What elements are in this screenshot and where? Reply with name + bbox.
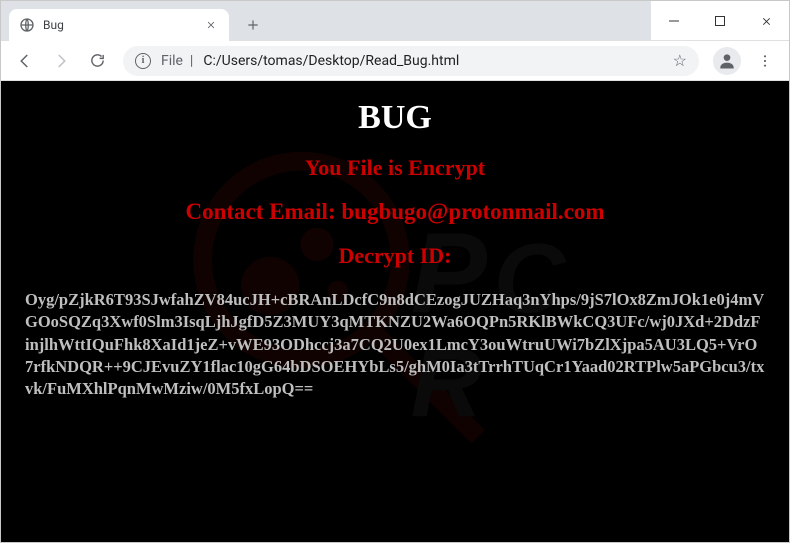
- page-subtitle: You File is Encrypt: [23, 155, 767, 181]
- tab-title: Bug: [43, 18, 64, 32]
- decrypt-id-label: Decrypt ID:: [23, 243, 767, 269]
- url-path-text: C:/Users/tomas/Desktop/Read_Bug.html: [203, 53, 459, 69]
- avatar-icon[interactable]: [713, 47, 741, 75]
- titlebar: Bug: [1, 1, 789, 41]
- omnibox[interactable]: i File | C:/Users/tomas/Desktop/Read_Bug…: [123, 46, 699, 76]
- forward-button[interactable]: [45, 45, 77, 77]
- globe-icon: [19, 17, 35, 33]
- decrypt-id-value: Oyg/pZjkR6T93SJwfahZV84ucJH+cBRAnLDcfC9n…: [23, 289, 767, 400]
- close-icon[interactable]: [203, 17, 219, 33]
- address-bar: i File | C:/Users/tomas/Desktop/Read_Bug…: [1, 41, 789, 81]
- star-icon[interactable]: ☆: [673, 51, 687, 70]
- window-controls: [651, 1, 789, 40]
- browser-window: Bug: [0, 0, 790, 543]
- tabs-strip: Bug: [1, 1, 651, 40]
- tab-active[interactable]: Bug: [9, 9, 229, 41]
- menu-dots-icon[interactable]: [749, 45, 781, 77]
- url-protocol-label: File |: [161, 53, 193, 69]
- close-window-button[interactable]: [743, 1, 789, 41]
- minimize-button[interactable]: [651, 1, 697, 41]
- info-icon[interactable]: i: [135, 53, 151, 69]
- ransom-note: BUG You File is Encrypt Contact Email: b…: [1, 81, 789, 400]
- contact-line: Contact Email: bugbugo@protonmail.com: [23, 199, 767, 225]
- contact-label: Contact Email:: [185, 199, 341, 224]
- page-viewport: P C R BUG You File is Encrypt Contact Em…: [1, 81, 789, 542]
- reload-button[interactable]: [81, 45, 113, 77]
- maximize-button[interactable]: [697, 1, 743, 41]
- new-tab-button[interactable]: [239, 11, 267, 39]
- back-button[interactable]: [9, 45, 41, 77]
- contact-email: bugbugo@protonmail.com: [341, 199, 604, 224]
- page-title: BUG: [23, 99, 767, 137]
